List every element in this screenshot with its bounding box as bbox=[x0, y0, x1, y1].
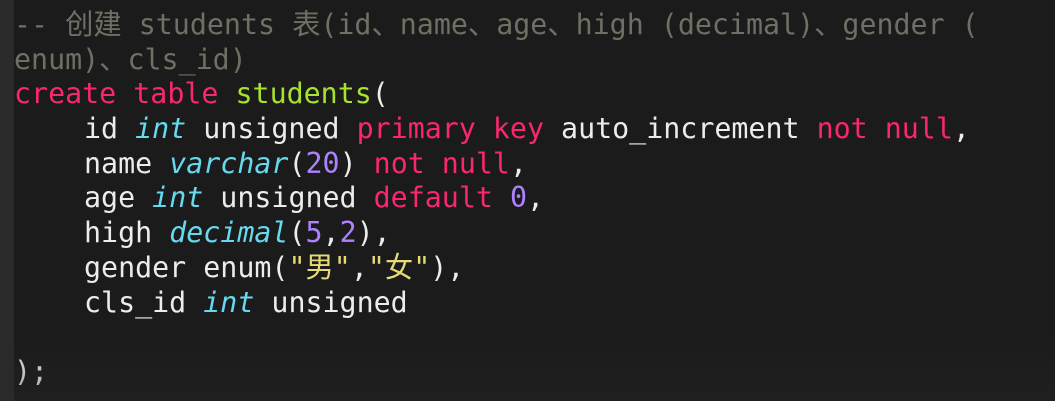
code-token-num: 0 bbox=[509, 181, 527, 215]
code-token-type: int bbox=[152, 181, 204, 215]
code-line-7: high decimal(5,2), bbox=[14, 216, 1045, 251]
code-editor[interactable]: -- 创建 students 表(id、name、age、high (decim… bbox=[0, 0, 1055, 401]
code-line-2: enum)、cls_id) bbox=[14, 43, 1045, 78]
code-token-plain: id bbox=[84, 112, 136, 146]
code-token-kw: default bbox=[373, 181, 493, 215]
code-token-num: 5 bbox=[305, 216, 323, 250]
code-token-plain: ( bbox=[288, 216, 306, 250]
code-token-plain: ( bbox=[288, 146, 306, 180]
code-token-type: decimal bbox=[169, 216, 289, 250]
code-token-plain: unsigned bbox=[254, 285, 408, 319]
code-token-str: "男" bbox=[288, 250, 351, 284]
code-line-5: name varchar(20) not null, bbox=[14, 147, 1045, 182]
code-area[interactable]: -- 创建 students 表(id、name、age、high (decim… bbox=[14, 8, 1045, 390]
code-token-kw: create bbox=[14, 77, 117, 111]
code-token-plain: auto_increment bbox=[544, 112, 817, 146]
code-line-3: create table students( bbox=[14, 77, 1045, 112]
code-token-kw: not null bbox=[816, 112, 953, 146]
code-token-num: 20 bbox=[305, 146, 340, 180]
code-token-plain: ) bbox=[339, 146, 374, 180]
code-line-1: -- 创建 students 表(id、name、age、high (decim… bbox=[14, 8, 1045, 43]
code-token-plain: cls_id bbox=[84, 285, 204, 319]
code-token-plain: , bbox=[350, 250, 368, 284]
code-token-plain: high bbox=[84, 216, 170, 250]
code-token-plain: unsigned bbox=[203, 181, 374, 215]
code-token-plain: name bbox=[84, 146, 170, 180]
code-token-comment: enum)、cls_id) bbox=[14, 42, 247, 76]
code-token-plain: , bbox=[322, 216, 340, 250]
code-token-type: int bbox=[135, 112, 187, 146]
code-token-plain: unsigned bbox=[186, 112, 357, 146]
code-token-name: students bbox=[235, 77, 372, 111]
code-token-str: "女" bbox=[367, 250, 431, 284]
code-token-num: 2 bbox=[339, 216, 357, 250]
code-token-plain: , bbox=[527, 181, 545, 215]
code-token-kw: not null bbox=[373, 146, 510, 180]
code-line-11: ); bbox=[14, 355, 1045, 390]
code-token-plain: age bbox=[84, 181, 153, 215]
code-token-plain: , bbox=[952, 112, 970, 146]
code-token-kw: primary key bbox=[356, 112, 544, 146]
code-token-type: int bbox=[203, 285, 255, 319]
code-line-9: cls_id int unsigned bbox=[14, 286, 1045, 321]
code-token-comment: -- 创建 students 表(id、name、age、high (decim… bbox=[14, 8, 979, 41]
code-line-8: gender enum("男","女"), bbox=[14, 251, 1045, 286]
code-line-4: id int unsigned primary key auto_increme… bbox=[14, 112, 1045, 147]
code-token-type: varchar bbox=[169, 146, 289, 180]
code-token-plain: ), bbox=[356, 216, 391, 250]
code-token-plain: ), bbox=[430, 250, 465, 284]
code-token-plain: , bbox=[509, 146, 527, 180]
code-token-kw: table bbox=[133, 77, 219, 111]
code-token-plain: gender enum( bbox=[84, 250, 289, 284]
code-token-plain: ( bbox=[371, 77, 389, 111]
code-line-6: age int unsigned default 0, bbox=[14, 181, 1045, 216]
code-token-plain: ); bbox=[14, 354, 49, 388]
